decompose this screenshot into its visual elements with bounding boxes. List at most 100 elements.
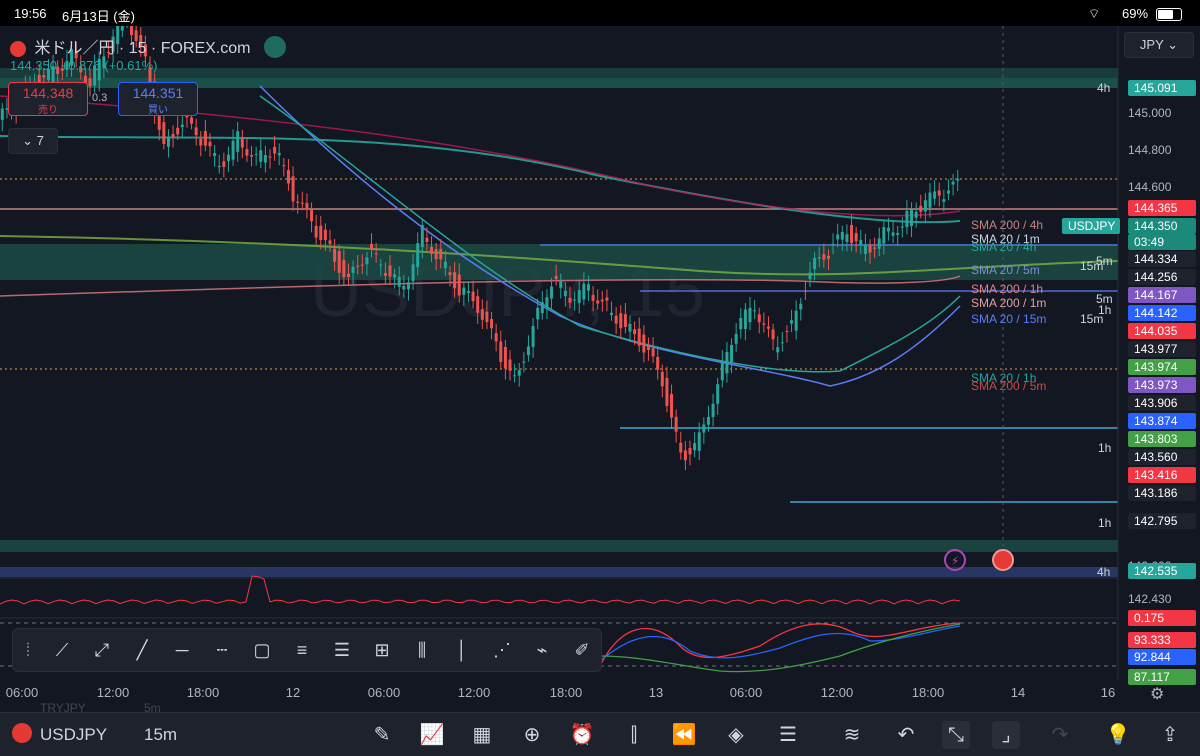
pattern-icon[interactable]: ⌁: [529, 637, 555, 663]
candle-body: [88, 78, 92, 87]
add-icon[interactable]: ⊕: [518, 721, 546, 749]
fib-icon[interactable]: ⊞: [369, 637, 395, 663]
candle-body: [623, 314, 627, 327]
symbol-header[interactable]: 米ドル／円 · 15 · FOREX.com: [10, 34, 250, 58]
candle-body: [757, 314, 761, 323]
candle-body: [766, 326, 770, 329]
chart-type-candles-icon[interactable]: ⫿: [620, 721, 648, 749]
price-axis-label: 144.600: [1128, 180, 1172, 194]
candle-body: [42, 75, 46, 78]
undo-icon[interactable]: ↶: [892, 721, 920, 749]
rectangle-icon[interactable]: ▢: [249, 637, 275, 663]
currency-selector[interactable]: JPY ⌄: [1124, 32, 1194, 58]
candle-body: [614, 315, 618, 324]
price-tag: 143.803: [1128, 431, 1196, 447]
indicator-toggle[interactable]: ⌄ 7: [8, 128, 58, 154]
time-axis-label: 12:00: [96, 685, 130, 700]
collapse-icon[interactable]: ⤡: [942, 721, 970, 749]
time-axis[interactable]: 06:00 12:00 18:00 12 06:00 12:00 18:00 13 06:00 1…: [0, 681, 1118, 711]
buy-button[interactable]: 144.351 買い: [118, 82, 198, 116]
price-tag: 143.186: [1128, 485, 1196, 501]
price-tag: 142.795: [1128, 513, 1196, 529]
buy-price: 144.351: [132, 85, 184, 101]
layers-icon[interactable]: ◈: [722, 721, 750, 749]
candle-body: [850, 224, 854, 244]
price-tag: 03:49: [1128, 234, 1196, 250]
candle-body: [711, 403, 715, 418]
ray-icon[interactable]: ⤢: [89, 637, 115, 663]
settings-sliders-icon[interactable]: ☰: [774, 721, 802, 749]
moving-average-label: SMA 200 / 4h: [971, 218, 1044, 232]
candle-body: [120, 26, 124, 31]
candle-body: [702, 424, 706, 433]
candle-body: [328, 240, 332, 244]
candle-body: [946, 190, 950, 194]
candle-body: [836, 234, 840, 240]
candle-body: [462, 287, 466, 295]
candle-body: [236, 131, 240, 152]
candle-body: [942, 199, 946, 202]
candle-body: [273, 146, 277, 154]
price-tag: 87.117: [1128, 669, 1196, 685]
crosshair-icon[interactable]: ⌟: [992, 721, 1020, 749]
replay-rewind-icon[interactable]: ⏪: [670, 721, 698, 749]
bottom-toolbar[interactable]: USDJPY 15m TRYJPY 5m ✎ 📈 ▦ ⊕ ⏰ ⫿ ⏪ ◈ ☰ ≋…: [0, 701, 1200, 756]
redo-icon[interactable]: ↷: [1046, 721, 1074, 749]
candle-body: [854, 233, 858, 242]
symbol-selector[interactable]: USDJPY: [40, 725, 107, 745]
candle-body: [822, 254, 826, 260]
candle-body: [817, 257, 821, 259]
candle-body: [596, 300, 600, 304]
candle-body: [365, 257, 369, 265]
level-timeframe-label: 15m: [1080, 259, 1104, 273]
candle-body: [406, 282, 410, 290]
price-change: +0.876 (+0.61%): [60, 58, 158, 73]
candle-body: [337, 251, 341, 273]
candle-body: [591, 294, 595, 301]
us-flag-event-icon[interactable]: [992, 549, 1014, 571]
candle-body: [379, 264, 383, 266]
indicators-icon[interactable]: 📈: [418, 721, 446, 749]
candle-body: [882, 227, 886, 244]
candle-body: [790, 320, 794, 324]
candle-body: [706, 416, 710, 425]
level-timeframe-label: 1h: [1098, 441, 1112, 455]
interval-selector[interactable]: 15m: [144, 725, 177, 745]
price-chart[interactable]: USDJPY, 15 ⚡: [0, 26, 1200, 681]
drawing-pen-icon[interactable]: ✎: [368, 721, 396, 749]
alert-clock-icon[interactable]: ⏰: [568, 721, 596, 749]
candle-body: [263, 155, 267, 163]
share-icon[interactable]: ⇪: [1156, 721, 1184, 749]
drag-handle-icon[interactable]: ⁞: [15, 637, 41, 663]
drawing-toolbar[interactable]: ⁞ ⟋ ⤢ ╱ ─ ┄ ▢ ≡ ☰ ⊞ ⫼ │ ⋰ ⌁ ✐: [12, 628, 602, 672]
brush-icon[interactable]: ✐: [569, 637, 595, 663]
sell-button[interactable]: 144.348 売り: [8, 82, 88, 116]
horizontal-ray-icon[interactable]: ┄: [209, 637, 235, 663]
candle-body: [937, 190, 941, 196]
lightbulb-icon[interactable]: 💡: [1104, 721, 1132, 749]
pitchfork-icon[interactable]: ⫼: [409, 637, 435, 663]
templates-grid-icon[interactable]: ▦: [468, 721, 496, 749]
price-axis-label: 144.800: [1128, 143, 1172, 157]
candle-body: [697, 432, 701, 451]
gann-icon[interactable]: │: [449, 637, 475, 663]
regression-icon[interactable]: ☰: [329, 637, 355, 663]
horizontal-line-icon[interactable]: ─: [169, 637, 195, 663]
moving-average-label: SMA 20 / 4h: [971, 240, 1037, 254]
candle-body: [646, 345, 650, 351]
candle-body: [162, 122, 166, 144]
candle-body: [720, 361, 724, 381]
compare-icon[interactable]: ≋: [838, 721, 866, 749]
settings-gear-icon[interactable]: ⚙: [1150, 684, 1170, 704]
vertical-line-icon[interactable]: ⋰: [489, 637, 515, 663]
candle-body: [305, 203, 309, 209]
parallel-channel-icon[interactable]: ≡: [289, 637, 315, 663]
candle-body: [480, 309, 484, 320]
price-tag: 144.350: [1128, 218, 1196, 234]
candle-body: [753, 310, 757, 312]
extended-line-icon[interactable]: ╱: [129, 637, 155, 663]
moving-average-label: SMA 20 / 15m: [971, 312, 1047, 326]
replay-dot-icon[interactable]: [264, 36, 286, 58]
trend-line-icon[interactable]: ⟋: [49, 637, 75, 663]
candle-body: [282, 165, 286, 167]
